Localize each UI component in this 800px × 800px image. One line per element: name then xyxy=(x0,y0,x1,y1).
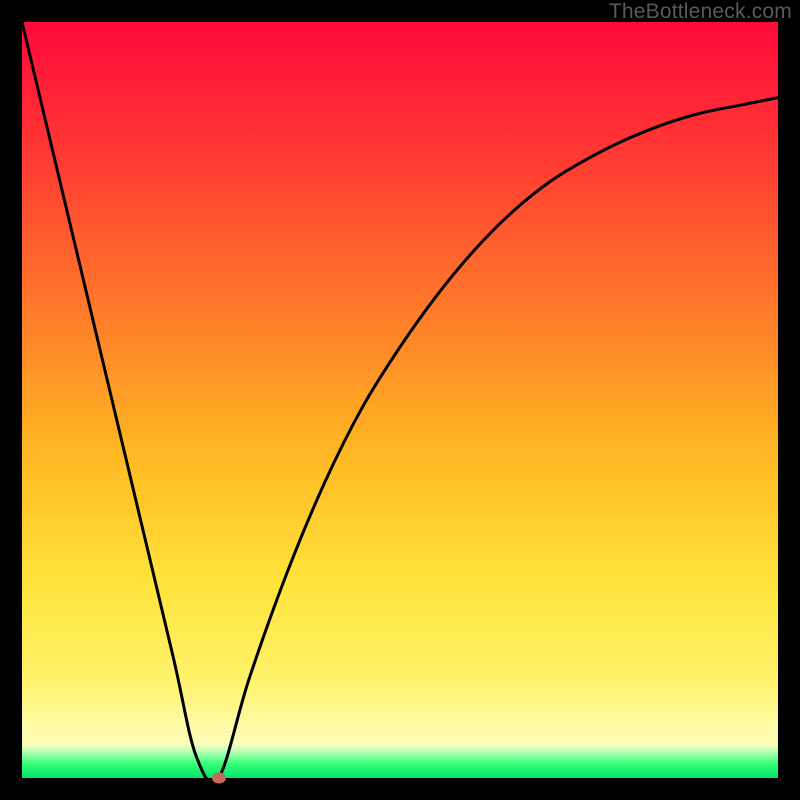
chart-area xyxy=(22,22,778,778)
watermark-text: TheBottleneck.com xyxy=(609,0,792,24)
curve-svg xyxy=(22,22,778,778)
bottleneck-curve xyxy=(22,22,778,778)
minimum-marker xyxy=(212,773,226,784)
